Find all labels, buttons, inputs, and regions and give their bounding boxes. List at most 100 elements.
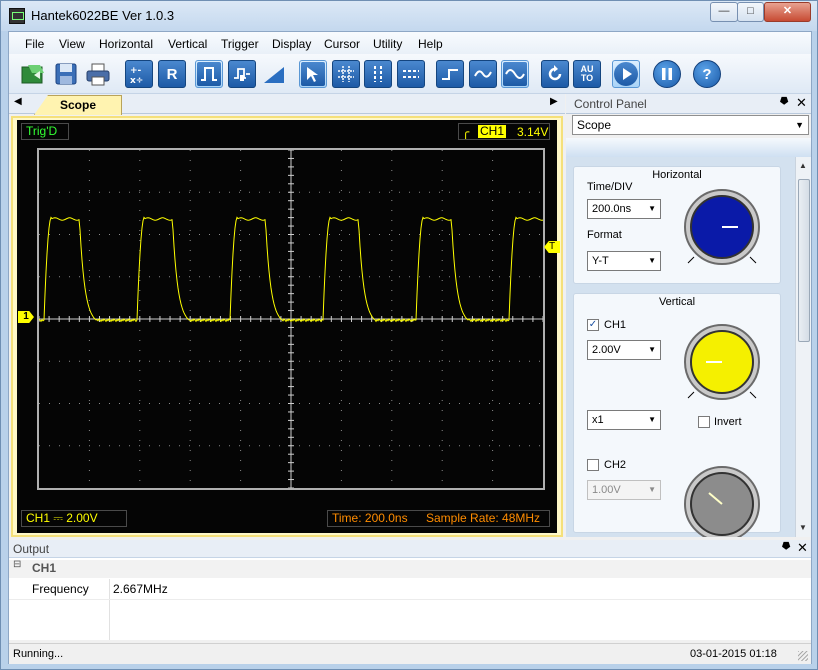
vertical-cursor-icon bbox=[374, 66, 382, 82]
menu-file[interactable]: File bbox=[25, 37, 44, 51]
maximize-button[interactable]: □ bbox=[737, 2, 764, 22]
step-button[interactable] bbox=[436, 60, 464, 88]
row-divider bbox=[9, 599, 811, 600]
tab-right-arrow-icon[interactable]: ▶ bbox=[550, 96, 558, 107]
slope-button[interactable] bbox=[260, 60, 288, 88]
auto-button[interactable]: AU TO bbox=[573, 60, 601, 88]
time-div-label: Time/DIV bbox=[587, 181, 633, 193]
menu-view[interactable]: View bbox=[59, 37, 85, 51]
time-div-knob[interactable] bbox=[682, 187, 762, 267]
ch1-checkbox[interactable]: ✓ bbox=[587, 319, 599, 331]
scope-tabstrip: ◀ Scope ▶ bbox=[9, 94, 565, 115]
ch1-volts-select[interactable]: 2.00V ▼ bbox=[587, 340, 661, 360]
ch1-volts-knob[interactable] bbox=[682, 322, 762, 402]
control-panel-view-select[interactable]: Scope ▼ bbox=[572, 115, 809, 135]
scroll-up-icon[interactable]: ▲ bbox=[799, 161, 807, 170]
time-div-select[interactable]: 200.0ns ▼ bbox=[587, 199, 661, 219]
chevron-down-icon: ▼ bbox=[648, 345, 656, 354]
step-icon bbox=[442, 69, 458, 80]
control-panel-title: Control Panel bbox=[574, 97, 647, 111]
grid-button[interactable] bbox=[332, 60, 360, 88]
scroll-down-icon[interactable]: ▼ bbox=[799, 523, 807, 532]
format-select[interactable]: Y-T ▼ bbox=[587, 251, 661, 271]
chevron-down-icon: ▼ bbox=[795, 120, 804, 130]
output-group-name: CH1 bbox=[32, 561, 57, 575]
invert-checkbox[interactable] bbox=[698, 416, 710, 428]
wave-icon bbox=[474, 70, 492, 78]
control-panel-close-icon[interactable]: ✕ bbox=[796, 95, 807, 111]
menu-display[interactable]: Display bbox=[272, 37, 311, 51]
scope-screen[interactable]: Trig'D ╭ CH1 3.14V 1 T CH1 ⎓ 2.00V Time:… bbox=[17, 120, 560, 533]
tab-scope[interactable]: Scope bbox=[34, 95, 122, 115]
tab-left-arrow-icon[interactable]: ◀ bbox=[14, 96, 22, 107]
output-key: Frequency bbox=[32, 582, 89, 596]
vertical-cursor-button[interactable] bbox=[364, 60, 392, 88]
trigger-level: 3.14V bbox=[517, 125, 549, 139]
collapse-icon[interactable]: ⊟ bbox=[13, 560, 22, 570]
title-bar[interactable]: Hantek6022BE Ver 1.0.3 — □ ✕ bbox=[1, 1, 817, 31]
output-group-ch1[interactable]: ⊟ CH1 bbox=[9, 560, 811, 578]
menu-utility[interactable]: Utility bbox=[373, 37, 402, 51]
time-div-readout: Time: 200.0ns bbox=[332, 511, 408, 525]
app-icon bbox=[9, 8, 25, 24]
scroll-thumb[interactable] bbox=[798, 179, 810, 342]
save-button[interactable] bbox=[52, 60, 80, 88]
menu-help[interactable]: Help bbox=[418, 37, 443, 51]
menu-trigger[interactable]: Trigger bbox=[221, 37, 259, 51]
run-button[interactable] bbox=[612, 60, 640, 88]
output-panel: Output ⯂ ✕ ⊟ CH1 Frequency 2.667MHz bbox=[9, 540, 811, 640]
minimize-button[interactable]: — bbox=[710, 2, 738, 22]
ch1-label: CH1 bbox=[604, 319, 627, 331]
invert-label: Invert bbox=[714, 416, 742, 428]
pointer-button[interactable] bbox=[299, 60, 327, 88]
waveform-display[interactable] bbox=[37, 148, 545, 490]
waveform-svg bbox=[39, 150, 543, 488]
open-button[interactable] bbox=[19, 60, 47, 88]
horizontal-cursor-button[interactable] bbox=[397, 60, 425, 88]
wave-button[interactable] bbox=[469, 60, 497, 88]
reference-button[interactable]: R bbox=[158, 60, 186, 88]
status-bar: Running... 03-01-2015 01:18 bbox=[9, 643, 811, 664]
pulse-trigger-button[interactable] bbox=[195, 60, 223, 88]
video-trigger-button[interactable] bbox=[228, 60, 256, 88]
ch1-ground-marker[interactable]: 1 bbox=[18, 311, 34, 323]
output-pin-icon[interactable]: ⯂ bbox=[781, 541, 790, 554]
open-icon bbox=[21, 65, 44, 84]
ch2-checkbox[interactable] bbox=[587, 459, 599, 471]
status-text: Running... bbox=[13, 648, 64, 660]
pause-button[interactable] bbox=[653, 60, 681, 88]
output-value: 2.667MHz bbox=[113, 582, 168, 596]
trigger-status: Trig'D bbox=[21, 123, 69, 140]
help-button[interactable]: ? bbox=[693, 60, 721, 88]
output-close-icon[interactable]: ✕ bbox=[797, 540, 808, 556]
output-title: Output bbox=[13, 542, 50, 556]
horizontal-cursor-icon bbox=[403, 70, 419, 78]
chevron-down-icon: ▼ bbox=[648, 415, 656, 424]
pin-icon[interactable]: ⯂ bbox=[779, 96, 788, 109]
control-panel-divider bbox=[566, 138, 811, 157]
refresh-button[interactable] bbox=[541, 60, 569, 88]
pause-icon bbox=[662, 68, 672, 80]
ch2-volts-knob[interactable] bbox=[682, 464, 762, 537]
sine-button[interactable] bbox=[501, 60, 529, 88]
vertical-group-title: Vertical bbox=[658, 296, 696, 308]
print-button[interactable] bbox=[84, 60, 112, 88]
ch2-volts-select[interactable]: 1.00V ▼ bbox=[587, 480, 661, 500]
menu-vertical[interactable]: Vertical bbox=[168, 37, 207, 51]
math-button[interactable]: +- x÷ bbox=[125, 60, 153, 88]
slope-icon bbox=[264, 67, 284, 83]
resize-grip-icon[interactable] bbox=[798, 651, 808, 661]
scope-frame: Trig'D ╭ CH1 3.14V 1 T CH1 ⎓ 2.00V Time:… bbox=[11, 116, 563, 537]
ch2-label: CH2 bbox=[604, 459, 627, 471]
close-button[interactable]: ✕ bbox=[764, 2, 811, 22]
probe-select[interactable]: x1 ▼ bbox=[587, 410, 661, 430]
trigger-level-marker[interactable]: T bbox=[544, 241, 560, 253]
format-label: Format bbox=[587, 229, 622, 241]
menu-cursor[interactable]: Cursor bbox=[324, 37, 360, 51]
app-window: Hantek6022BE Ver 1.0.3 — □ ✕ File View H… bbox=[0, 0, 818, 670]
menu-horizontal[interactable]: Horizontal bbox=[99, 37, 153, 51]
control-panel-content: Horizontal Time/DIV 200.0ns ▼ Format Y-T… bbox=[566, 157, 811, 537]
trigger-info: ╭ CH1 3.14V bbox=[458, 123, 550, 140]
control-panel-scrollbar[interactable]: ▲ ▼ bbox=[795, 157, 811, 537]
toolbar: +- x÷ R AU TO ? bbox=[9, 54, 811, 94]
